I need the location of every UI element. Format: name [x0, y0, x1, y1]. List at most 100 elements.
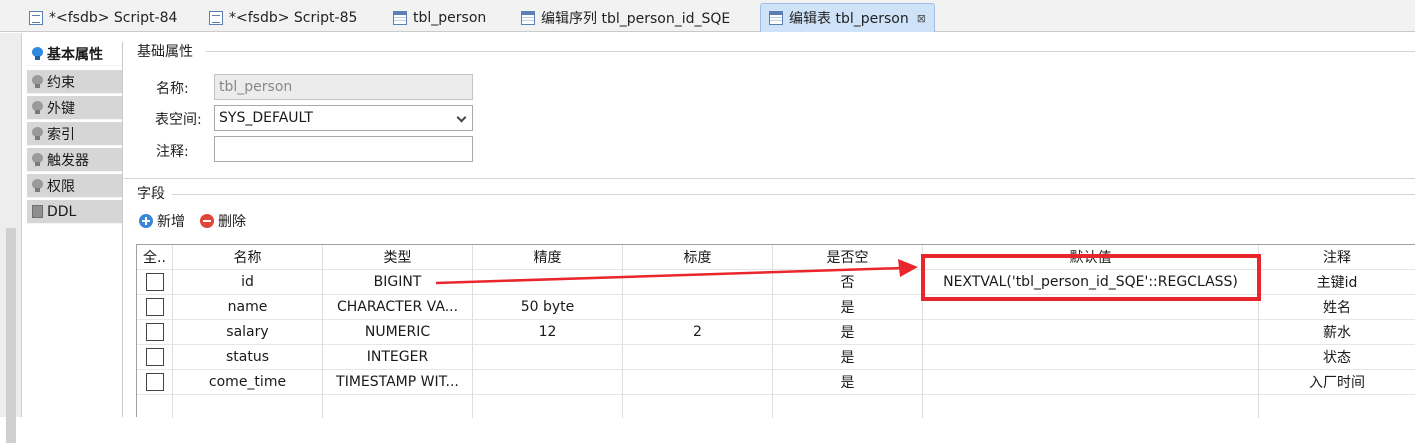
cell-default[interactable] [923, 320, 1259, 345]
row-checkbox-cell[interactable] [137, 370, 173, 395]
bulb-icon [32, 47, 43, 60]
cell-nullable[interactable]: 是 [773, 320, 923, 345]
cell-name[interactable]: come_time [173, 370, 323, 395]
tab-label: *<fsdb> Script-84 [49, 10, 178, 26]
table-row[interactable]: come_time TIMESTAMP WIT... 是 入厂时间 [137, 370, 1415, 395]
cell-default[interactable] [923, 370, 1259, 395]
delete-field-button[interactable]: 删除 [200, 211, 246, 231]
cell-comment[interactable]: 薪水 [1259, 320, 1415, 345]
cell-scale[interactable] [623, 295, 773, 320]
cell-name[interactable]: id [173, 270, 323, 295]
column-header-default[interactable]: 默认值 [923, 245, 1259, 270]
chevron-down-icon[interactable] [456, 112, 467, 123]
tab-edit-sequence[interactable]: 编辑序列 tbl_person_id_SQE [512, 3, 739, 32]
table-icon [769, 11, 783, 25]
row-checkbox-cell[interactable] [137, 320, 173, 345]
name-field[interactable]: tbl_person [214, 74, 473, 100]
nav-item-label: 基本属性 [47, 46, 103, 63]
cell-default[interactable] [923, 295, 1259, 320]
column-header-comment[interactable]: 注释 [1259, 245, 1415, 270]
grid-line [172, 395, 173, 418]
cell-precision[interactable]: 50 byte [473, 295, 623, 320]
bulb-icon [32, 75, 43, 88]
row-checkbox-cell[interactable] [137, 270, 173, 295]
cell-type[interactable]: NUMERIC [323, 320, 473, 345]
cell-default[interactable] [923, 345, 1259, 370]
cell-nullable[interactable]: 是 [773, 295, 923, 320]
cell-name[interactable]: salary [173, 320, 323, 345]
fields-section-title: 字段 [137, 186, 165, 202]
cell-default[interactable]: NEXTVAL('tbl_person_id_SQE'::REGCLASS) [923, 270, 1259, 295]
column-header-precision[interactable]: 精度 [473, 245, 623, 270]
cell-nullable[interactable]: 是 [773, 345, 923, 370]
cell-type[interactable]: TIMESTAMP WIT... [323, 370, 473, 395]
nav-item-constraints[interactable]: 约束 [27, 70, 122, 94]
tab-tbl-person[interactable]: tbl_person [384, 3, 495, 32]
cell-type[interactable]: BIGINT [323, 270, 473, 295]
tab-script-84[interactable]: *<fsdb> Script-84 [20, 3, 186, 32]
comment-field[interactable] [214, 136, 473, 162]
add-field-label: 新增 [157, 214, 185, 230]
cell-comment[interactable]: 姓名 [1259, 295, 1415, 320]
nav-item-triggers[interactable]: 触发器 [27, 148, 122, 172]
cell-precision[interactable] [473, 270, 623, 295]
add-field-button[interactable]: 新增 [139, 211, 185, 231]
nav-item-basic-properties[interactable]: 基本属性 [27, 42, 122, 66]
cell-type[interactable]: INTEGER [323, 345, 473, 370]
tab-edit-table[interactable]: 编辑表 tbl_person ⊠ [760, 3, 935, 32]
cell-name[interactable]: status [173, 345, 323, 370]
bulb-icon [32, 179, 43, 192]
cell-type[interactable]: CHARACTER VA... [323, 295, 473, 320]
cell-scale[interactable]: 2 [623, 320, 773, 345]
nav-item-permissions[interactable]: 权限 [27, 174, 122, 198]
row-checkbox[interactable] [145, 273, 164, 291]
table-row[interactable]: id BIGINT 否 NEXTVAL('tbl_person_id_SQE':… [137, 270, 1415, 295]
column-header-nullable[interactable]: 是否空 [773, 245, 923, 270]
tab-label: 编辑序列 tbl_person_id_SQE [541, 11, 731, 27]
section-divider [172, 194, 1415, 195]
cell-precision[interactable] [473, 345, 623, 370]
row-checkbox[interactable] [145, 348, 164, 366]
left-scroll-strip[interactable] [0, 33, 22, 443]
column-header-scale[interactable]: 标度 [623, 245, 773, 270]
table-row[interactable]: salary NUMERIC 12 2 是 薪水 [137, 320, 1415, 345]
main-panel: 基础属性 名称: tbl_person 表空间: SYS_DEFAULT 注释:… [124, 33, 1415, 418]
fields-table: 全.. 名称 类型 精度 标度 是否空 默认值 注释 id BIGINT 否 N… [136, 244, 1415, 418]
table-row[interactable]: status INTEGER 是 状态 [137, 345, 1415, 370]
nav-item-indexes[interactable]: 索引 [27, 122, 122, 146]
table-header-row: 全.. 名称 类型 精度 标度 是否空 默认值 注释 [137, 245, 1415, 270]
cell-nullable[interactable]: 是 [773, 370, 923, 395]
table-row[interactable]: name CHARACTER VA... 50 byte 是 姓名 [137, 295, 1415, 320]
tab-label: *<fsdb> Script-85 [229, 10, 358, 26]
bulb-icon [32, 101, 43, 114]
row-checkbox-cell[interactable] [137, 345, 173, 370]
close-icon[interactable]: ⊠ [917, 12, 926, 25]
cell-scale[interactable] [623, 345, 773, 370]
cell-scale[interactable] [623, 270, 773, 295]
nav-item-label: 索引 [47, 126, 75, 143]
column-header-name[interactable]: 名称 [173, 245, 323, 270]
tab-script-85[interactable]: *<fsdb> Script-85 [200, 3, 366, 32]
nav-item-ddl[interactable]: DDL [27, 200, 122, 224]
row-checkbox[interactable] [145, 373, 164, 391]
cell-nullable[interactable]: 否 [773, 270, 923, 295]
tablespace-select[interactable]: SYS_DEFAULT [214, 105, 473, 131]
grid-line [922, 395, 923, 418]
cell-precision[interactable]: 12 [473, 320, 623, 345]
row-checkbox-cell[interactable] [137, 295, 173, 320]
basic-section-title: 基础属性 [137, 44, 193, 60]
nav-item-foreign-keys[interactable]: 外键 [27, 96, 122, 120]
cell-comment[interactable]: 状态 [1259, 345, 1415, 370]
row-checkbox[interactable] [145, 298, 164, 316]
section-divider [124, 178, 1415, 179]
column-header-type[interactable]: 类型 [323, 245, 473, 270]
cell-comment[interactable]: 入厂时间 [1259, 370, 1415, 395]
cell-scale[interactable] [623, 370, 773, 395]
cell-name[interactable]: name [173, 295, 323, 320]
cell-precision[interactable] [473, 370, 623, 395]
row-checkbox[interactable] [145, 323, 164, 341]
table-icon [393, 11, 407, 25]
cell-comment[interactable]: 主键id [1259, 270, 1415, 295]
column-header-select-all[interactable]: 全.. [137, 245, 173, 270]
scrollbar-thumb[interactable] [6, 228, 16, 443]
